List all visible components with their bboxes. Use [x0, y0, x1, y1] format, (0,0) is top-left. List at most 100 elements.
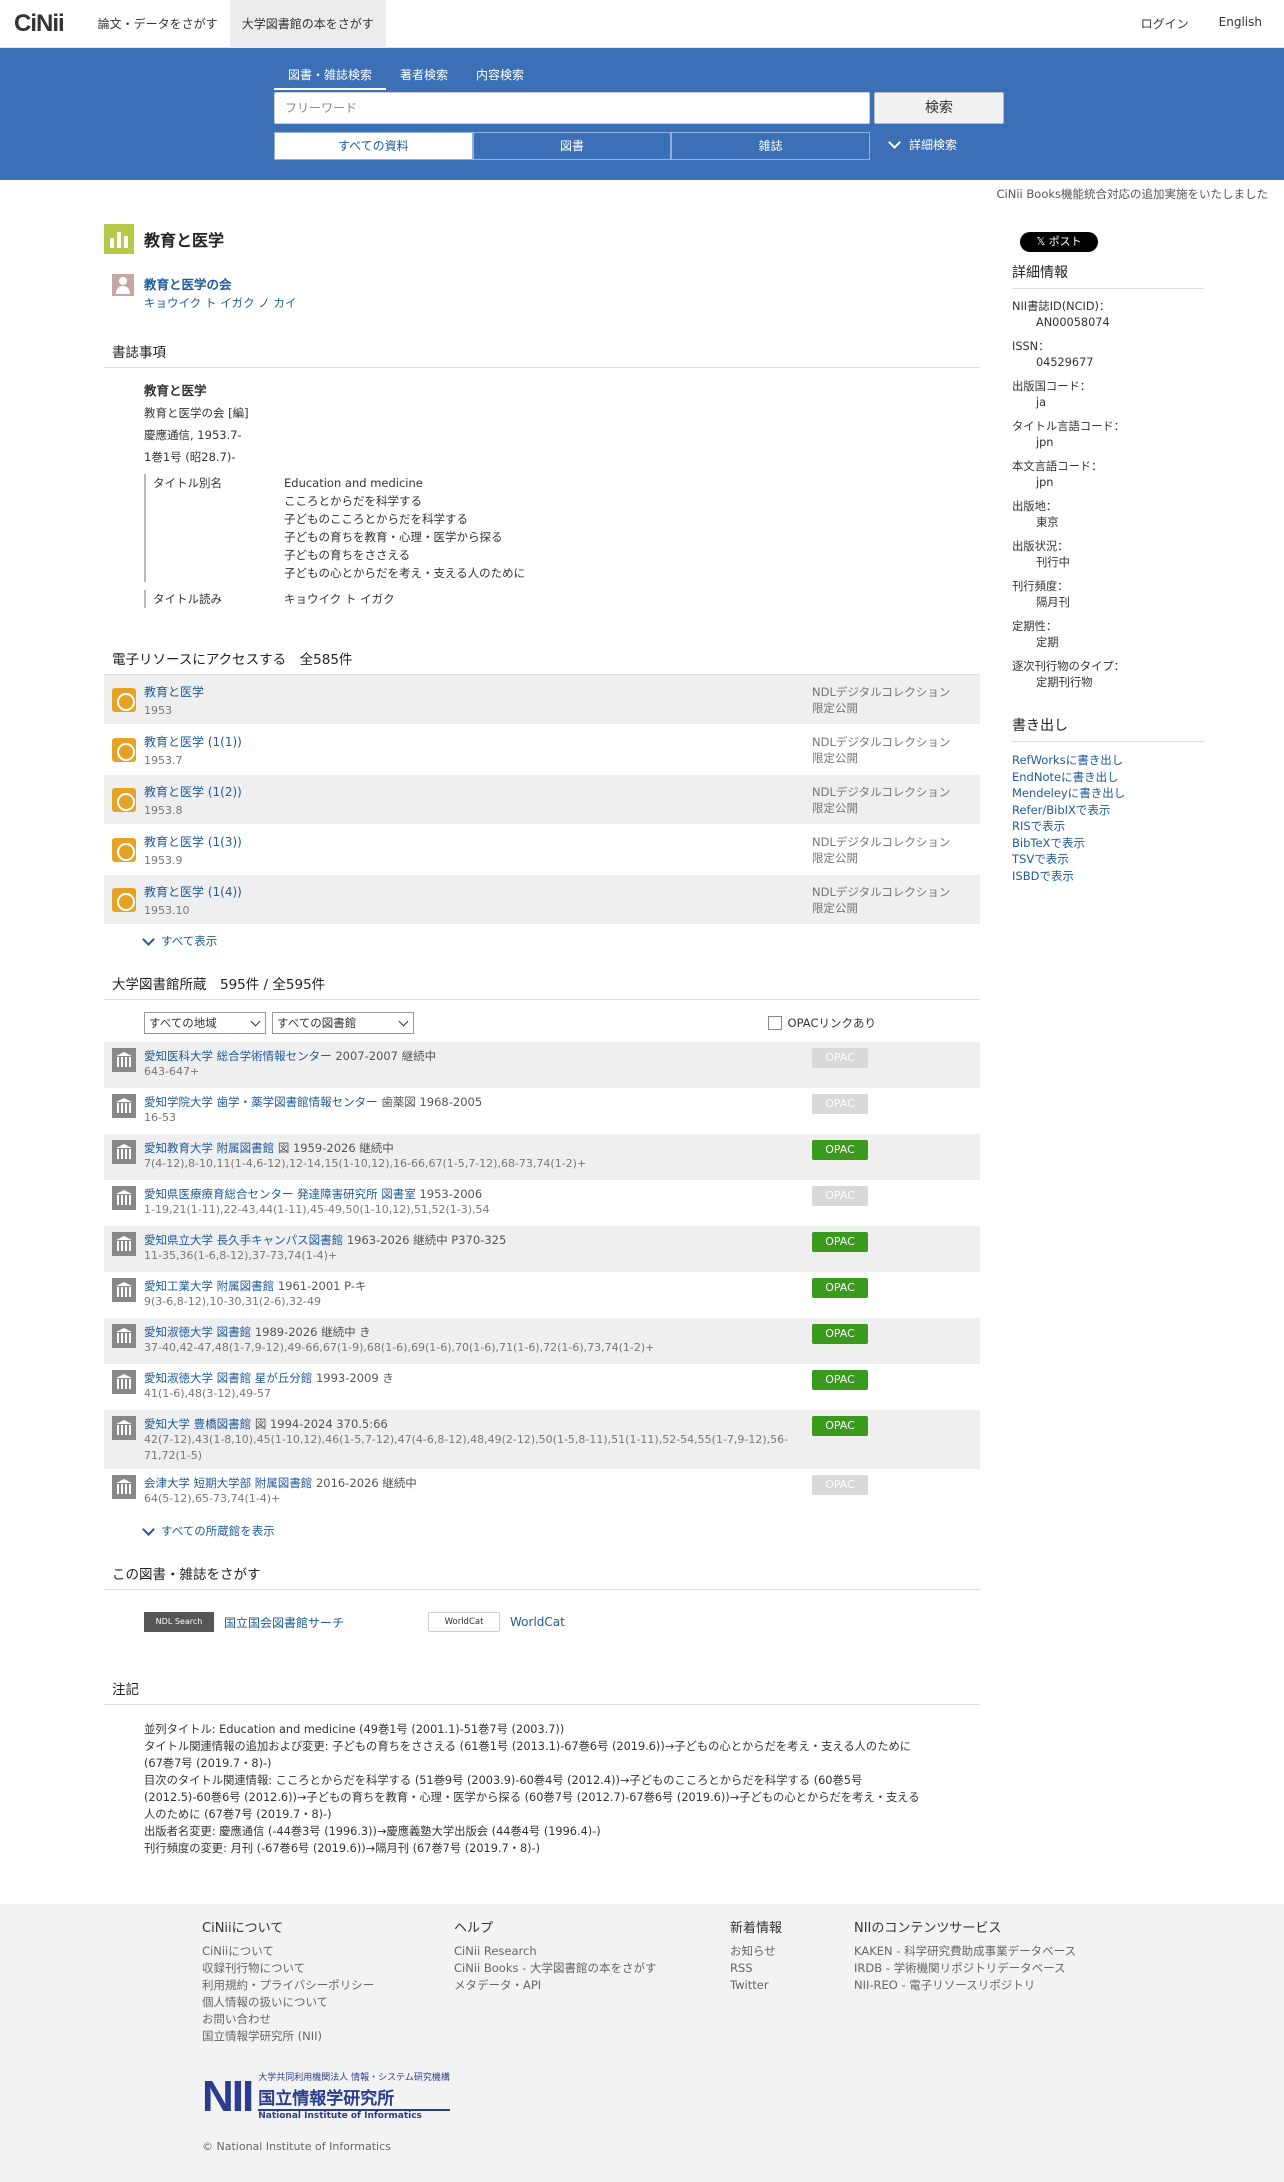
tab-journals[interactable]: 雑誌 — [671, 132, 871, 160]
source-name: NDLデジタルコレクション — [812, 734, 951, 749]
footer: CiNiiについて CiNiiについて 収録刊行物について 利用規約・プライバシーポリ… — [0, 1904, 1284, 2182]
eresource-title-link[interactable]: 教育と医学 (1(4)) — [144, 883, 812, 900]
detail-value: jpn — [1036, 436, 1054, 449]
login-link[interactable]: ログイン — [1141, 15, 1189, 32]
footer-link[interactable]: Twitter — [730, 1977, 854, 1994]
tab-author-search[interactable]: 著者検索 — [386, 64, 462, 90]
export-link[interactable]: Refer/BibIXで表示 — [1012, 802, 1204, 819]
library-name-link[interactable]: 愛知淑徳大学 図書館 星が丘分館 — [144, 1371, 312, 1385]
eresource-title-link[interactable]: 教育と医学 (1(2)) — [144, 783, 812, 800]
tab-book-search[interactable]: 図書・雑誌検索 — [274, 64, 387, 90]
footer-link[interactable]: NII-REO - 電子リソースリポジトリ — [854, 1977, 1114, 1994]
detail-value: jpn — [1036, 476, 1054, 489]
ndl-search-link[interactable]: 国立国会図書館サーチ — [224, 1614, 344, 1631]
footer-link[interactable]: KAKEN - 科学研究費助成事業データベース — [854, 1943, 1114, 1960]
library-name-link[interactable]: 愛知工業大学 附属図書館 — [144, 1279, 274, 1293]
tab-books[interactable]: 図書 — [472, 132, 672, 160]
export-link[interactable]: RefWorksに書き出し — [1012, 752, 1204, 769]
opac-button: OPAC — [812, 1048, 868, 1068]
detail-key: 定期性： — [1012, 620, 1058, 633]
eresource-source: NDLデジタルコレクション 限定公開 — [812, 684, 980, 716]
author-avatar-icon — [112, 274, 134, 296]
library-name-link[interactable]: 愛知大学 豊橋図書館 — [144, 1417, 251, 1431]
nii-logo[interactable]: NII 大学共同利用機関法人 情報・システム研究機構 国立情報学研究所 Nati… — [202, 2072, 450, 2122]
opac-button[interactable]: OPAC — [812, 1278, 868, 1298]
opac-button[interactable]: OPAC — [812, 1370, 868, 1390]
export-link[interactable]: EndNoteに書き出し — [1012, 769, 1204, 786]
holding-meta: 1953-2006 — [419, 1187, 483, 1201]
opac-button[interactable]: OPAC — [812, 1232, 868, 1252]
holding-meta: 2007-2007 継続中 — [335, 1049, 437, 1063]
holding-row: 愛知県医療療育総合センター 発達障害研究所 図書室 1953-2006 1-19,… — [104, 1180, 980, 1226]
holding-text: 愛知淑徳大学 図書館 星が丘分館 1993-2009 き 41(1-6),48(3… — [144, 1370, 812, 1405]
worldcat-link[interactable]: WorldCat — [510, 1615, 565, 1629]
eresource-title-link[interactable]: 教育と医学 (1(3)) — [144, 833, 812, 850]
export-link[interactable]: Mendeleyに書き出し — [1012, 785, 1204, 802]
library-select[interactable]: すべての図書館 — [272, 1012, 414, 1034]
footer-link[interactable]: IRDB - 学術機関リポジトリデータベース — [854, 1960, 1114, 1977]
ndl-search-logo[interactable]: NDL Search — [144, 1612, 214, 1632]
footer-heading: CiNiiについて — [202, 1921, 284, 1936]
library-name-link[interactable]: 愛知医科大学 総合学術情報センター — [144, 1049, 332, 1063]
export-link[interactable]: RISで表示 — [1012, 818, 1204, 835]
english-link[interactable]: English — [1219, 15, 1262, 32]
footer-link[interactable]: 収録刊行物について — [202, 1960, 454, 1977]
library-name-link[interactable]: 愛知県立大学 長久手キャンパス図書館 — [144, 1233, 343, 1247]
eresource-source: NDLデジタルコレクション 限定公開 — [812, 784, 980, 816]
nav-articles[interactable]: 論文・データをさがす — [86, 0, 230, 48]
show-all-label: すべて表示 — [161, 934, 218, 948]
search-button[interactable]: 検索 — [874, 92, 1004, 124]
eresource-title-link[interactable]: 教育と医学 — [144, 683, 812, 700]
opac-checkbox-label: OPACリンクあり — [787, 1016, 876, 1030]
holding-text: 愛知県立大学 長久手キャンパス図書館 1963-2026 継続中 P370-32… — [144, 1232, 812, 1267]
footer-link[interactable]: お問い合わせ — [202, 2011, 454, 2028]
author-name-link[interactable]: 教育と医学の会 — [144, 274, 296, 293]
x-post-button[interactable]: 𝕏 ポスト — [1020, 232, 1098, 252]
footer-link[interactable]: CiNiiについて — [202, 1943, 454, 1960]
holding-line: 愛知淑徳大学 図書館 1989-2026 継続中 き — [144, 1324, 812, 1340]
eresource-source: NDLデジタルコレクション 限定公開 — [812, 734, 980, 766]
footer-link[interactable]: 個人情報の扱いについて — [202, 1994, 454, 2011]
export-link[interactable]: BibTeXで表示 — [1012, 835, 1204, 852]
library-name-link[interactable]: 愛知淑徳大学 図書館 — [144, 1325, 251, 1339]
top-bar: CiNii 論文・データをさがす 大学図書館の本をさがす ログイン Englis… — [0, 0, 1284, 48]
source-name: NDLデジタルコレクション — [812, 884, 951, 899]
holding-row: 愛知大学 豊橋図書館 図 1994-2024 370.5:66 42(7-12),… — [104, 1410, 980, 1469]
eresources-show-all[interactable]: すべて表示 — [142, 932, 980, 949]
holdings-show-all[interactable]: すべての所蔵館を表示 — [142, 1522, 980, 1539]
region-select[interactable]: すべての地域 — [144, 1012, 266, 1034]
footer-link[interactable]: CiNii Books - 大学図書館の本をさがす — [454, 1960, 730, 1977]
library-name-link[interactable]: 愛知県医療療育総合センター 発達障害研究所 図書室 — [144, 1187, 416, 1201]
tab-content-search[interactable]: 内容検索 — [462, 64, 538, 90]
footer-link[interactable]: メタデータ・API — [454, 1977, 730, 1994]
holding-volumes: 37-40,42-47,48(1-7,9-12),49-66,67(1-9),6… — [144, 1341, 655, 1354]
eresource-row: 教育と医学 (1(2)) 1953.8 NDLデジタルコレクション 限定公開 — [104, 775, 980, 825]
export-link[interactable]: ISBDで表示 — [1012, 868, 1204, 885]
opac-button: OPAC — [812, 1186, 868, 1206]
advanced-search-toggle[interactable]: 詳細検索 — [888, 136, 957, 153]
footer-link[interactable]: RSS — [730, 1960, 854, 1977]
cinii-logo[interactable]: CiNii — [0, 10, 86, 38]
footer-link[interactable]: 利用規約・プライバシーポリシー — [202, 1977, 454, 1994]
footer-link[interactable]: お知らせ — [730, 1943, 854, 1960]
chevron-down-icon — [142, 932, 155, 946]
footer-link[interactable]: 国立情報学研究所 (NII) — [202, 2028, 454, 2045]
library-name-link[interactable]: 愛知学院大学 歯学・薬学図書館情報センター — [144, 1095, 378, 1109]
search-input[interactable]: フリーワード — [274, 92, 870, 124]
library-name-link[interactable]: 会津大学 短期大学部 附属図書館 — [144, 1476, 312, 1490]
notice-text[interactable]: CiNii Books機能統合対応の追加実施をいたしました — [997, 186, 1268, 202]
opac-button[interactable]: OPAC — [812, 1324, 868, 1344]
worldcat-logo[interactable]: WorldCat — [428, 1612, 501, 1632]
eresource-title-link[interactable]: 教育と医学 (1(1)) — [144, 733, 812, 750]
detail-value: AN00058074 — [1036, 316, 1110, 329]
nav-books[interactable]: 大学図書館の本をさがす — [229, 0, 386, 48]
library-name-link[interactable]: 愛知教育大学 附属図書館 — [144, 1141, 274, 1155]
detail-value: 定期 — [1036, 636, 1059, 649]
opac-button[interactable]: OPAC — [812, 1140, 868, 1160]
opac-button[interactable]: OPAC — [812, 1416, 868, 1436]
footer-link[interactable]: CiNii Research — [454, 1943, 730, 1960]
opac-checkbox[interactable] — [767, 1016, 782, 1030]
tab-all-materials[interactable]: すべての資料 — [274, 132, 473, 160]
export-link[interactable]: TSVで表示 — [1012, 851, 1204, 868]
source-access: 限定公開 — [812, 900, 858, 915]
